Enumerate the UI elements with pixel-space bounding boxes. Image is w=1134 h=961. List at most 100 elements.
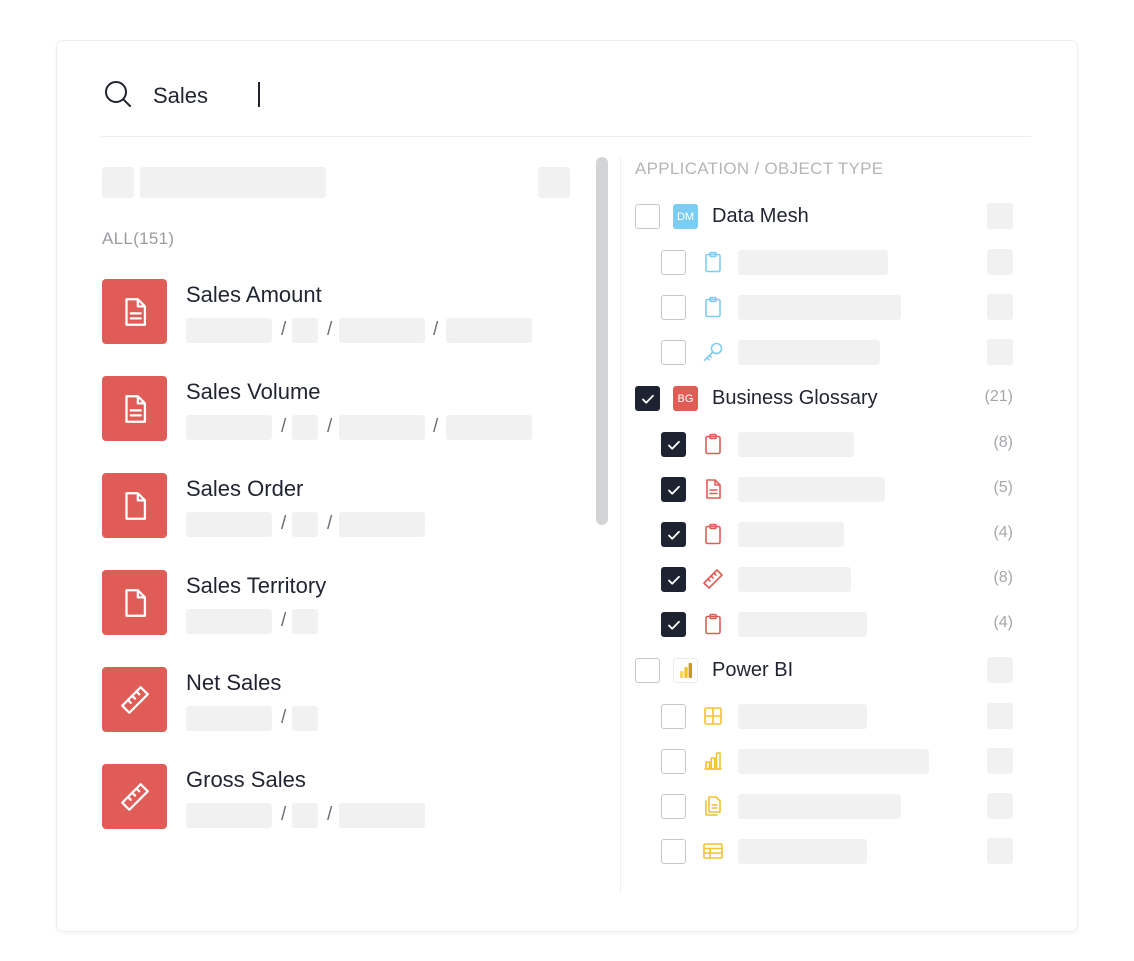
object-type-checkbox[interactable] — [661, 794, 686, 819]
filter-type-row[interactable] — [635, 793, 1013, 823]
application-checkbox[interactable] — [635, 386, 660, 411]
ruler-icon — [102, 764, 167, 829]
object-type-checkbox[interactable] — [661, 340, 686, 365]
count-placeholder — [987, 339, 1013, 365]
path-separator: / — [433, 416, 439, 437]
filter-type-row[interactable]: (5) — [635, 476, 1013, 506]
result-item[interactable]: Net Sales / — [102, 667, 582, 733]
filter-type-row[interactable] — [635, 249, 1013, 279]
result-name: Sales Territory — [186, 573, 327, 598]
bar-chart-icon — [700, 748, 726, 774]
object-type-label-placeholder — [738, 839, 867, 864]
path-separator: / — [281, 513, 287, 534]
count-placeholder — [987, 703, 1013, 729]
result-name: Sales Amount — [186, 282, 322, 307]
object-type-label-placeholder — [738, 794, 901, 819]
result-name: Sales Volume — [186, 379, 321, 404]
filter-section-title: APPLICATION / OBJECT TYPE — [635, 159, 884, 178]
object-type-checkbox[interactable] — [661, 295, 686, 320]
placeholder-text — [140, 167, 326, 198]
filter-type-row[interactable]: (4) — [635, 611, 1013, 641]
object-type-label-placeholder — [738, 612, 867, 637]
object-type-label-placeholder — [738, 749, 929, 774]
path-separator: / — [281, 804, 287, 825]
filter-application-row[interactable]: BG Business Glossary (21) — [635, 385, 1013, 415]
path-segment-placeholder — [339, 318, 425, 343]
clipboard-icon — [700, 431, 726, 457]
filter-type-row[interactable]: (8) — [635, 566, 1013, 596]
application-checkbox[interactable] — [635, 658, 660, 683]
count-placeholder — [987, 294, 1013, 320]
result-name: Gross Sales — [186, 767, 306, 792]
object-type-checkbox[interactable] — [661, 704, 686, 729]
result-item[interactable]: Sales Territory / — [102, 570, 582, 636]
object-type-checkbox[interactable] — [661, 839, 686, 864]
path-segment-placeholder — [446, 318, 532, 343]
result-name: Net Sales — [186, 670, 282, 695]
result-item[interactable]: Sales Amount / / / — [102, 279, 582, 345]
path-separator: / — [281, 707, 287, 728]
application-count: (21) — [984, 388, 1013, 405]
count-placeholder — [987, 657, 1013, 683]
application-badge: BG — [673, 386, 698, 411]
path-segment-placeholder — [292, 318, 318, 343]
application-checkbox[interactable] — [635, 204, 660, 229]
result-item[interactable]: Gross Sales / / — [102, 764, 582, 830]
search-input[interactable] — [153, 81, 753, 111]
object-type-count: (8) — [993, 434, 1013, 451]
count-placeholder — [987, 793, 1013, 819]
filter-type-row[interactable] — [635, 838, 1013, 868]
application-name: Data Mesh — [712, 205, 809, 227]
path-segment-placeholder — [186, 609, 272, 634]
filter-type-row[interactable] — [635, 703, 1013, 733]
search-panel: ALL(151) Sales Amount///Sales Volume///S… — [57, 41, 1077, 931]
filter-type-row[interactable]: (8) — [635, 431, 1013, 461]
result-item[interactable]: Sales Order / / — [102, 473, 582, 539]
filter-type-row[interactable]: (4) — [635, 521, 1013, 551]
results-scrollbar[interactable] — [596, 157, 608, 525]
results-pane: ALL(151) Sales Amount / / / Sales Volume / / / S… — [101, 137, 611, 897]
report-icon — [700, 793, 726, 819]
filter-type-row[interactable] — [635, 339, 1013, 369]
path-segment-placeholder — [339, 803, 425, 828]
object-type-label-placeholder — [738, 250, 888, 275]
object-type-checkbox[interactable] — [661, 612, 686, 637]
filter-application-row[interactable]: DM Data Mesh — [635, 203, 1013, 233]
path-segment-placeholder — [292, 512, 318, 537]
path-separator: / — [327, 513, 333, 534]
object-type-checkbox[interactable] — [661, 250, 686, 275]
pane-divider — [620, 157, 621, 893]
path-segment-placeholder — [339, 415, 425, 440]
object-type-checkbox[interactable] — [661, 432, 686, 457]
object-type-checkbox[interactable] — [661, 567, 686, 592]
object-type-count: (4) — [993, 614, 1013, 631]
object-type-label-placeholder — [738, 567, 851, 592]
placeholder-action[interactable] — [538, 167, 570, 198]
document-lines-icon — [700, 476, 726, 502]
table-icon — [700, 838, 726, 864]
document-icon — [102, 473, 167, 538]
object-type-checkbox[interactable] — [661, 477, 686, 502]
count-placeholder — [987, 748, 1013, 774]
power-bi-logo-icon — [673, 658, 698, 683]
path-separator: / — [327, 416, 333, 437]
key-icon — [700, 339, 726, 365]
path-segment-placeholder — [186, 706, 272, 731]
path-segment-placeholder — [339, 512, 425, 537]
clipboard-icon — [700, 611, 726, 637]
path-segment-placeholder — [186, 415, 272, 440]
object-type-checkbox[interactable] — [661, 522, 686, 547]
object-type-checkbox[interactable] — [661, 749, 686, 774]
application-name: Power BI — [712, 659, 794, 681]
filter-type-row[interactable] — [635, 748, 1013, 778]
filter-application-row[interactable]: Power BI — [635, 657, 1013, 687]
path-separator: / — [281, 319, 287, 340]
application-name: Business Glossary — [712, 387, 878, 409]
results-count: ALL(151) — [102, 229, 175, 248]
path-separator: / — [281, 416, 287, 437]
result-item[interactable]: Sales Volume / / / — [102, 376, 582, 442]
path-separator: / — [281, 610, 287, 631]
ruler-icon — [102, 667, 167, 732]
filter-pane: APPLICATION / OBJECT TYPE DM Data Mesh BG B… — [635, 157, 1015, 897]
filter-type-row[interactable] — [635, 294, 1013, 324]
